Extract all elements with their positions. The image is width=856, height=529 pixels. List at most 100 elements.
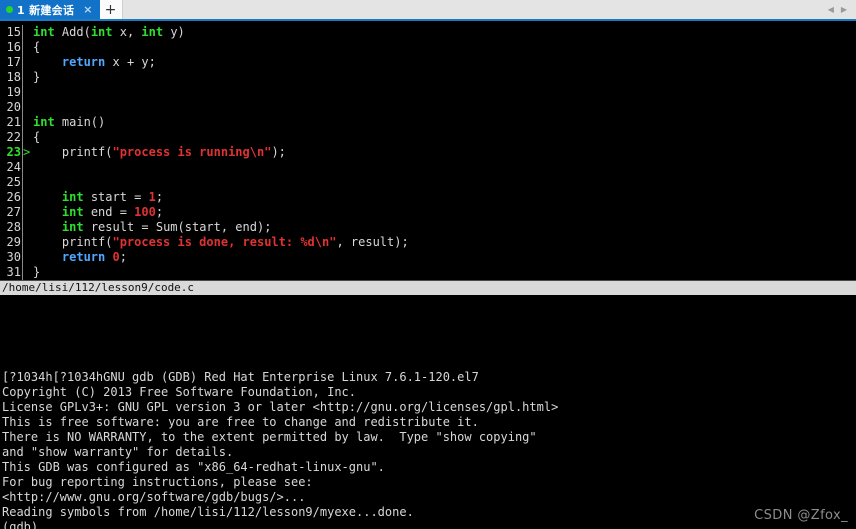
source-code-text: [29, 175, 33, 190]
line-number: 28: [6, 220, 21, 234]
source-line: 25: [0, 175, 856, 190]
source-code-text: return 0;: [29, 250, 127, 265]
source-line: 21 int main(): [0, 115, 856, 130]
gutter-cell: [22, 115, 29, 130]
code-token: , result);: [336, 235, 409, 249]
line-number: 15: [6, 25, 21, 39]
close-icon[interactable]: ×: [80, 4, 95, 15]
code-token: result = Sum(start, end);: [83, 220, 272, 234]
console-line: [?1034h[?1034hGNU gdb (GDB) Red Hat Ente…: [2, 370, 479, 384]
line-number: 19: [6, 85, 21, 99]
code-token: int: [90, 25, 113, 39]
gutter-cell: [22, 70, 29, 85]
gdb-prompt[interactable]: (gdb): [0, 520, 856, 529]
gutter-cell: [22, 85, 29, 100]
line-number: 22: [6, 130, 21, 144]
code-token: int: [33, 25, 55, 39]
watermark: CSDN @Zfox_: [754, 508, 848, 523]
gutter-cell: [22, 25, 29, 40]
code-token: int: [61, 220, 84, 234]
tab-session-1[interactable]: 1 新建会话 ×: [0, 0, 100, 19]
code-token: start =: [83, 190, 149, 204]
chevron-right-icon[interactable]: ▶: [841, 5, 847, 14]
line-number: 18: [6, 70, 21, 84]
source-code-text: int end = 100;: [29, 205, 163, 220]
line-number: 21: [6, 115, 21, 129]
source-line: 22 {: [0, 130, 856, 145]
source-line: 17 return x + y;: [0, 55, 856, 70]
tab-label: 1 新建会话: [17, 3, 75, 17]
line-number: 23: [6, 145, 21, 159]
console-line: <http://www.gnu.org/software/gdb/bugs/>.…: [2, 490, 306, 504]
gutter-cell: [22, 205, 29, 220]
source-line: 23 > printf("process is running\n");: [0, 145, 856, 160]
gdb-source-pane: 15 int Add(int x, int y) 16 {17 return x …: [0, 21, 856, 280]
console-line: This GDB was configured as "x86_64-redha…: [2, 460, 385, 474]
code-token: }: [33, 70, 41, 84]
code-token: 0: [112, 250, 120, 264]
code-token: y): [163, 25, 185, 39]
new-tab-button[interactable]: +: [99, 0, 123, 19]
gutter-cell: [22, 265, 29, 280]
line-number: 27: [6, 205, 21, 219]
code-token: int: [61, 190, 84, 204]
source-code-text: {: [29, 130, 40, 145]
source-code-text: int start = 1;: [29, 190, 163, 205]
source-code-text: printf("process is done, result: %d\n", …: [29, 235, 409, 250]
code-token: }: [33, 265, 41, 279]
code-token: main(): [54, 115, 106, 129]
code-token: "process is running\n": [112, 145, 272, 159]
code-token: 100: [134, 205, 156, 219]
source-line: 29 printf("process is done, result: %d\n…: [0, 235, 856, 250]
line-number: 31: [6, 265, 21, 279]
code-token: int: [141, 25, 164, 39]
console-line: For bug reporting instructions, please s…: [2, 475, 313, 489]
code-token: ;: [119, 250, 127, 264]
code-token: );: [271, 145, 286, 159]
source-code-text: int result = Sum(start, end);: [29, 220, 272, 235]
line-number: 30: [6, 250, 21, 264]
console-line: Reading symbols from /home/lisi/112/less…: [2, 505, 414, 519]
source-line: 24: [0, 160, 856, 175]
terminal-window: 1 新建会话 × + ◀ ▶ 15 int Add(int x, int y) 1…: [0, 0, 856, 529]
source-line: 26 int start = 1;: [0, 190, 856, 205]
gdb-console-output: [?1034h[?1034hGNU gdb (GDB) Red Hat Ente…: [0, 295, 856, 529]
line-number: 24: [6, 160, 21, 174]
code-token: printf(: [33, 145, 113, 159]
source-code-text: {: [29, 40, 40, 55]
terminal-screen[interactable]: 15 int Add(int x, int y) 16 {17 return x …: [0, 21, 856, 529]
gutter-cell: [22, 55, 29, 70]
line-number: 16: [6, 40, 21, 54]
source-code-text: [29, 100, 33, 115]
code-token: printf(: [33, 235, 113, 249]
chevron-left-icon[interactable]: ◀: [828, 5, 834, 14]
line-number: 17: [6, 55, 21, 69]
code-token: x + y;: [105, 55, 156, 69]
console-line: This is free software: you are free to c…: [2, 415, 479, 429]
console-line: Copyright (C) 2013 Free Software Foundat…: [2, 385, 357, 399]
gutter-cell: [22, 250, 29, 265]
console-line: and "show warranty" for details.: [2, 445, 234, 459]
source-code-text: [29, 85, 33, 100]
code-token: int: [33, 115, 55, 129]
source-code-text: }: [29, 265, 40, 280]
source-line: 28 int result = Sum(start, end);: [0, 220, 856, 235]
line-number: 20: [6, 100, 21, 114]
source-line: 19: [0, 85, 856, 100]
source-code-text: [29, 160, 33, 175]
session-status-dot-icon: [6, 6, 13, 13]
code-token: int: [61, 205, 84, 219]
code-token: return: [61, 250, 106, 264]
gutter-cell: [22, 235, 29, 250]
code-token: return: [61, 55, 106, 69]
gutter-cell: [22, 220, 29, 235]
code-token: ;: [155, 205, 164, 219]
line-number: 25: [6, 175, 21, 189]
code-token: {: [33, 130, 41, 144]
